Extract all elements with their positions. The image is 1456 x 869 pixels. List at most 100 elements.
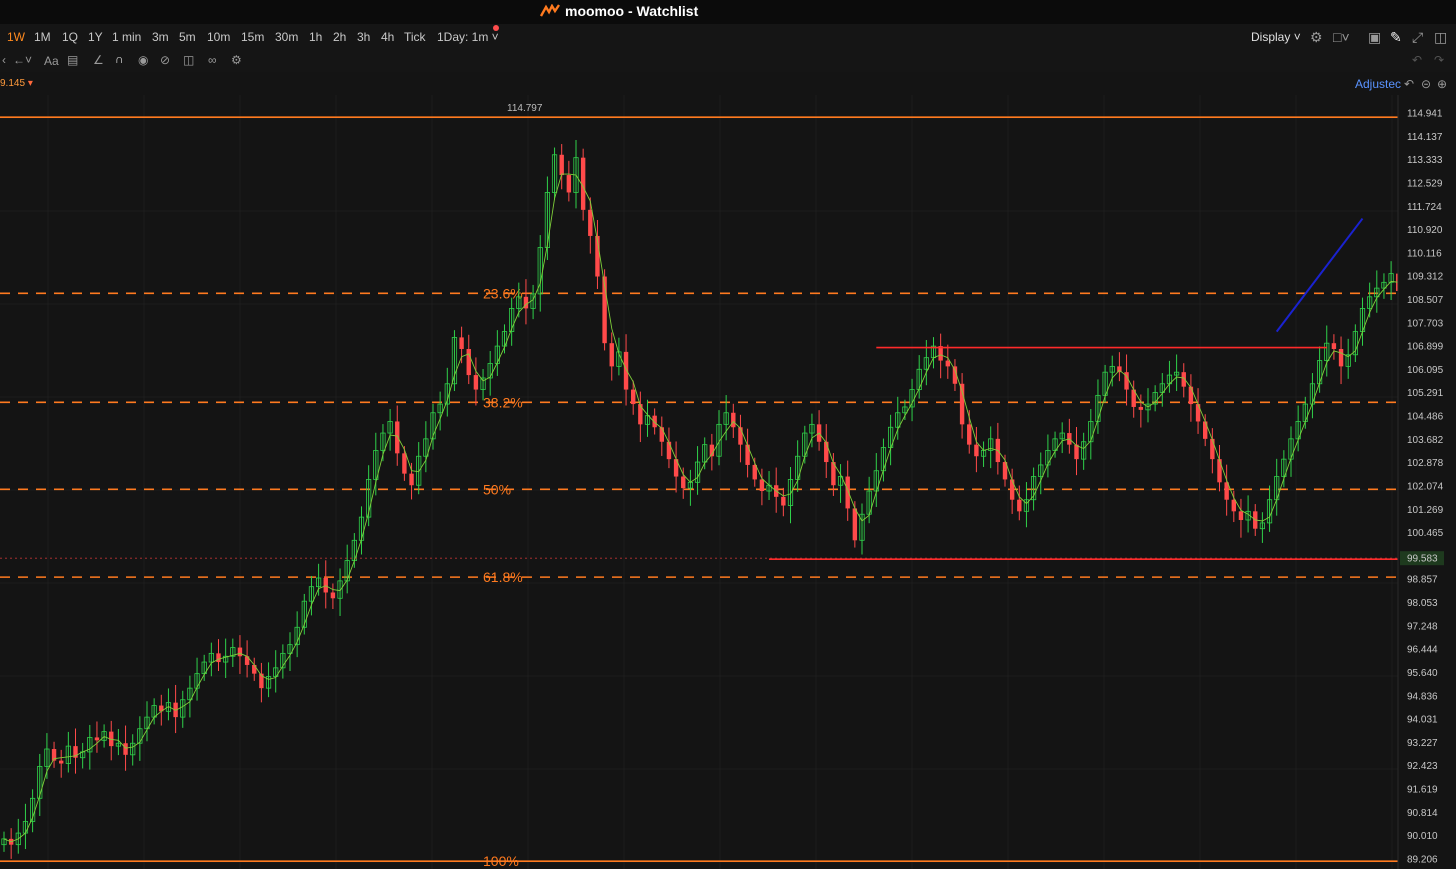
candle-body [1238, 511, 1244, 521]
candle-body [1203, 421, 1208, 439]
candle-body [659, 427, 664, 442]
adjusted-button[interactable]: Adjustec [1355, 77, 1401, 91]
fib-label: 50% [483, 481, 511, 497]
moomoo-logo-icon [540, 4, 560, 17]
price-tag-value: 9.145 [0, 78, 26, 89]
fullscreen-icon[interactable]: ⤢ [1412, 29, 1423, 46]
candle-body [638, 404, 643, 425]
timeframe-tab-1y[interactable]: 1Y [88, 30, 103, 44]
candle-body [652, 415, 657, 428]
timeframe-tab-1h[interactable]: 1h [309, 30, 322, 44]
layout-icon[interactable]: □˅ [1333, 29, 1350, 45]
eye-off-icon[interactable]: ⊘ [160, 53, 170, 67]
timeframe-tab-1-min[interactable]: 1 min [112, 30, 141, 44]
candle-body [559, 154, 564, 176]
price-tick-label: 90.814 [1407, 808, 1438, 819]
price-tick-label: 106.095 [1407, 365, 1444, 376]
camera-icon[interactable]: ▣ [1368, 29, 1381, 46]
candle-body [588, 209, 593, 236]
price-tick-label: 96.444 [1407, 645, 1438, 656]
price-tick-label: 89.206 [1407, 855, 1438, 866]
price-tick-label: 94.031 [1407, 715, 1438, 726]
price-tick-label: 113.333 [1407, 155, 1443, 166]
candle-body [409, 473, 414, 486]
gear-icon[interactable]: ⚙ [1310, 29, 1323, 46]
line-tool-icon[interactable]: ∠ [93, 53, 104, 67]
candle-body [824, 441, 829, 463]
display-label: Display [1251, 30, 1291, 44]
candle-body [967, 424, 972, 445]
price-tick-label: 92.423 [1407, 761, 1438, 772]
candle-body [252, 664, 257, 674]
price-tick-label: 106.899 [1407, 342, 1444, 353]
timeframe-tab-1q[interactable]: 1Q [62, 30, 78, 44]
candle-body [1217, 459, 1222, 483]
undo-icon[interactable]: ↶ [1412, 53, 1422, 67]
candle-body [330, 592, 336, 599]
candle-body [945, 360, 950, 367]
timeframe-tab-4h[interactable]: 4h [381, 30, 394, 44]
trash-icon[interactable]: ◫ [183, 53, 194, 67]
price-chart[interactable]: 23.6%38.2%50%61.8%100%114.797 114.941114… [0, 95, 1456, 869]
comment-icon[interactable]: ▤ [67, 53, 78, 67]
price-tick-label: 90.010 [1407, 831, 1438, 842]
price-tick-label: 110.920 [1407, 225, 1443, 236]
display-dropdown[interactable]: Display ˅ [1251, 30, 1301, 44]
timeframe-tab-1w[interactable]: 1W [7, 30, 25, 44]
link-icon[interactable]: ∞ [208, 53, 217, 67]
candle-body [738, 427, 743, 445]
panel-icon[interactable]: ◫ [1434, 29, 1447, 46]
timeframe-tab-15m[interactable]: 15m [241, 30, 264, 44]
candle-body [566, 175, 572, 193]
settings-icon[interactable]: ⚙ [231, 53, 242, 67]
timeframe-tab-1m[interactable]: 1M [34, 30, 51, 44]
timeframe-tab-3m[interactable]: 3m [152, 30, 169, 44]
timeframe-tab-10m[interactable]: 10m [207, 30, 230, 44]
drawing-toolbar: ‹ ←˅ Aa ▤ ∠ ∩ ◉ ⊘ ◫ ∞ ⚙ ↶ ↷ [0, 50, 1456, 72]
text-tool-icon[interactable]: Aa [44, 54, 59, 68]
candle-body [1074, 444, 1079, 460]
window-title: moomoo - Watchlist [565, 3, 699, 19]
timeframe-tab-5m[interactable]: 5m [179, 30, 196, 44]
price-tick-label: 109.312 [1407, 272, 1444, 283]
candle-body [473, 375, 479, 390]
caret-down-icon: ▾ [27, 78, 33, 89]
arrow-left-icon[interactable]: ←˅ [13, 53, 32, 67]
zoom-in-icon[interactable]: ⊕ [1437, 77, 1447, 91]
price-tick-label: 94.836 [1407, 691, 1438, 702]
price-tick-label: 93.227 [1407, 738, 1438, 749]
title-bar: moomoo - Watchlist [0, 0, 1456, 24]
redo-icon[interactable]: ↷ [1434, 53, 1444, 67]
candle-body [1231, 499, 1236, 512]
reset-icon[interactable]: ↶ [1404, 77, 1414, 91]
trend-line [1275, 217, 1364, 333]
candle-body [731, 412, 736, 428]
candle-body [845, 476, 850, 509]
candle-body [459, 337, 464, 349]
magnet-icon[interactable]: ∩ [115, 52, 124, 66]
candle-body [631, 389, 636, 405]
candle-body [59, 760, 64, 764]
notification-dot [493, 25, 499, 31]
candle-body [623, 351, 629, 390]
price-tick-label: 114.137 [1407, 132, 1443, 143]
fib-label: 38.2% [483, 394, 523, 410]
eye-icon[interactable]: ◉ [138, 53, 148, 67]
candle-body [216, 653, 221, 663]
zoom-out-icon[interactable]: ⊝ [1421, 77, 1431, 91]
timeframe-tab-tick[interactable]: Tick [404, 30, 426, 44]
candle-body [237, 647, 243, 657]
price-tick-label: 110.116 [1407, 248, 1442, 259]
pencil-icon[interactable]: ✎ [1390, 29, 1402, 46]
timeframe-tab-3h[interactable]: 3h [357, 30, 370, 44]
candle-body [666, 441, 672, 460]
price-tick-label: 105.291 [1407, 388, 1444, 399]
timeframe-tab-30m[interactable]: 30m [275, 30, 298, 44]
chevron-left-icon[interactable]: ‹ [2, 53, 6, 67]
timeframe-tab-2h[interactable]: 2h [333, 30, 346, 44]
price-tick-label: 91.619 [1407, 785, 1438, 796]
price-tick-label: 98.053 [1407, 598, 1438, 609]
price-tick-label: 95.640 [1407, 668, 1438, 679]
timeframe-tab-1day-1m[interactable]: 1Day: 1m ˅ [437, 30, 499, 44]
price-tick-label: 97.248 [1407, 621, 1438, 632]
